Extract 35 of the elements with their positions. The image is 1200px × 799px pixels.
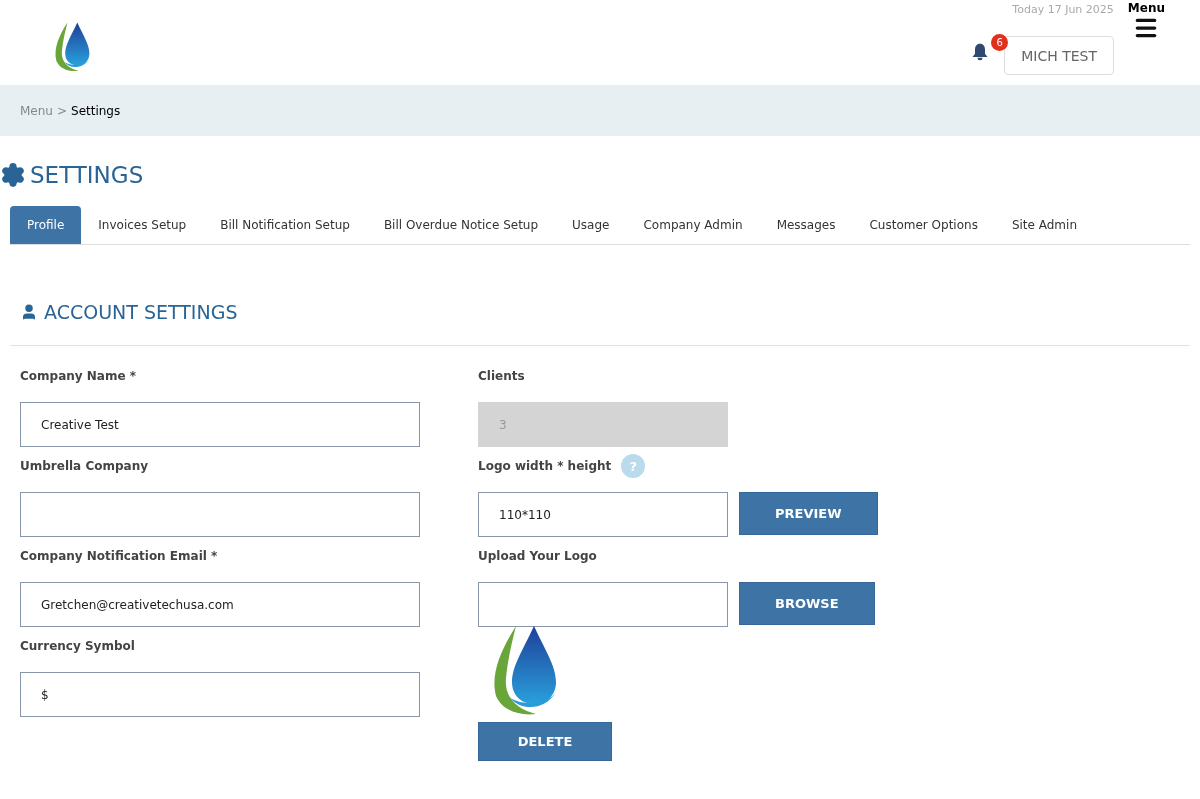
field-label: Currency Symbol [20,639,135,653]
page-title: SETTINGS [30,162,144,188]
menu-label: Menu [1127,1,1165,15]
field-label: Clients [478,369,525,383]
field-label: Logo width * height [478,459,612,473]
tab[interactable]: Bill Notification Setup [203,206,367,244]
user-button[interactable]: MICH TEST [1004,36,1114,75]
tab[interactable]: Company Admin [626,206,760,244]
tab[interactable]: Messages [759,206,853,244]
tab[interactable]: Bill Overdue Notice Setup [366,206,556,244]
date-text: Today 17 Jun 2025 [1012,3,1114,16]
notification-badge: 6 [991,34,1009,51]
field-label: Upload Your Logo [478,549,597,563]
tab[interactable]: Invoices Setup [81,206,204,244]
breadcrumb-link[interactable]: Settings [71,103,121,118]
user-icon [20,303,38,321]
field-label: Company Name * [20,369,137,383]
field-label: Umbrella Company [20,459,148,473]
breadcrumb-separator: > [56,103,67,118]
input-field[interactable]: Gretchen@creativetechusa.com [20,582,420,627]
section-title: ACCOUNT SETTINGS [44,301,238,323]
input-field[interactable] [478,582,728,627]
settings-icon [0,162,26,188]
delete-button[interactable]: DELETE [478,722,612,761]
action-button[interactable]: PREVIEW [739,492,878,535]
tab[interactable]: Customer Options [852,206,995,244]
input-field[interactable]: $ [20,672,420,717]
tab[interactable]: Usage [555,206,627,244]
tab[interactable]: Site Admin [994,206,1094,244]
input-field[interactable] [20,492,420,537]
tab[interactable]: Profile [10,206,82,244]
action-button[interactable]: BROWSE [739,582,875,625]
input-field[interactable]: Creative Test [20,402,420,447]
field-label: Company Notification Email * [20,549,218,563]
input-field[interactable]: 110*110 [478,492,728,537]
